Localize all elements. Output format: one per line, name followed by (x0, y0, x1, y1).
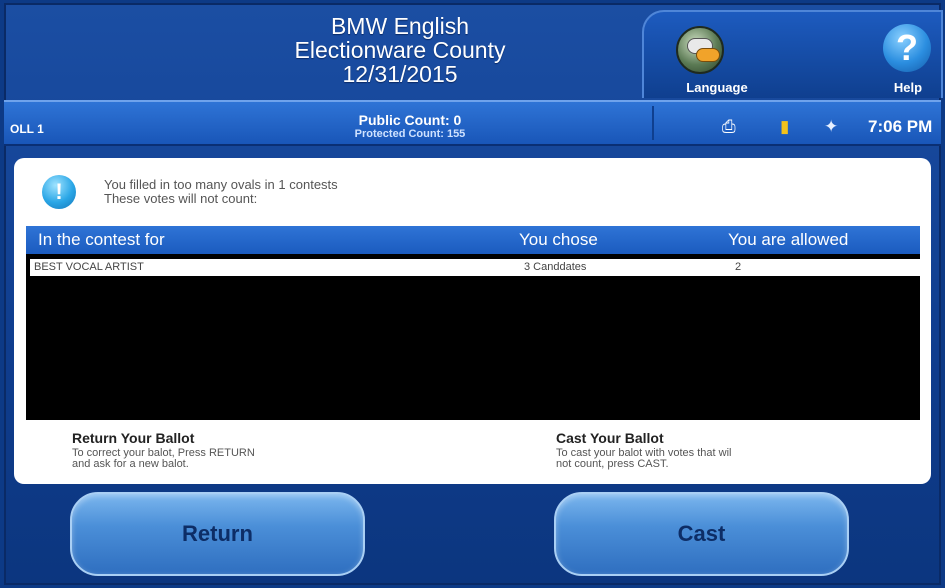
header-contest: In the contest for (38, 230, 165, 249)
cast-instructions: To cast your balot with votes that wil n… (556, 448, 731, 470)
status-divider (652, 106, 654, 140)
chosen-count: 3 Canddates (524, 261, 587, 273)
protected-count: Protected Count: 155 (354, 128, 466, 140)
allowed-count: 2 (735, 261, 742, 273)
clock: 7:06 PM (868, 117, 933, 136)
warning-line-2: These votes will not count: (104, 191, 258, 206)
warning-line-1: You filled in too many ovals in 1 contes… (104, 177, 338, 192)
power-plug-icon: ✦ (824, 117, 839, 136)
help-button-label[interactable]: Help (878, 80, 938, 95)
return-instructions: To correct your balot, Press RETURN and … (72, 448, 255, 470)
printer-icon: ⎙ (722, 117, 736, 136)
return-instructions-title: Return Your Ballot (72, 430, 195, 446)
return-button[interactable]: Return (70, 492, 365, 576)
table-row: BEST VOCAL ARTIST 3 Canddates 2 (30, 259, 920, 276)
ballot-counts: Public Count: 0 Protected Count: 155 (300, 112, 520, 140)
cast-instructions-line-2: not count, press CAST. (556, 458, 669, 470)
question-mark-icon[interactable]: ? (883, 24, 931, 72)
poll-label: OLL 1 (10, 122, 44, 136)
return-instructions-line-2: and ask for a new balot. (72, 458, 189, 470)
table-header: In the contest for You chose You are all… (26, 226, 920, 254)
public-count: Public Count: 0 (358, 112, 462, 128)
language-button-label[interactable]: Language (672, 80, 762, 95)
contest-name: BEST VOCAL ARTIST (34, 261, 144, 273)
election-date: 12/31/2015 (342, 61, 458, 87)
overvote-table: In the contest for You chose You are all… (26, 226, 920, 420)
header-you-chose: You chose (519, 230, 598, 249)
speech-bubbles-icon[interactable] (676, 26, 724, 74)
header-allowed: You are allowed (728, 230, 849, 249)
warning-message: You filled in too many ovals in 1 contes… (104, 178, 338, 206)
election-title: BMW English Electionware County 12/31/20… (210, 14, 590, 86)
cast-button[interactable]: Cast (554, 492, 849, 576)
battery-icon: ▮ (780, 117, 790, 136)
county-name: Electionware County (294, 37, 506, 63)
ballot-style: BMW English (330, 13, 470, 39)
cast-instructions-title: Cast Your Ballot (556, 430, 664, 446)
exclamation-icon: ! (42, 175, 76, 209)
